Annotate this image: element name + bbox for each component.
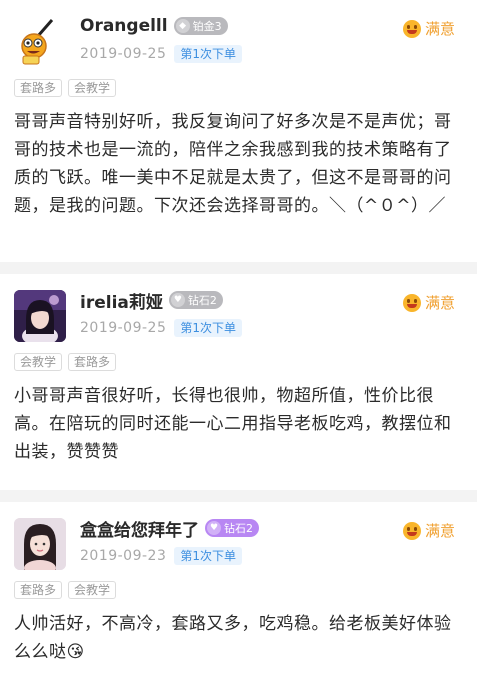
- order-count-tag: 第1次下单: [174, 45, 243, 63]
- review-card: Orangelll ◆ 铂金3 2019-09-25 第1次下单 满意 套路多 …: [0, 0, 477, 262]
- review-tag: 套路多: [68, 353, 117, 371]
- username[interactable]: Orangelll: [80, 16, 168, 36]
- review-date: 2019-09-23: [80, 548, 167, 564]
- review-card: 盒盒给您拜年了 ♥ 钻石2 2019-09-23 第1次下单 满意 套路多 会教…: [0, 502, 477, 673]
- rank-badge: ♥ 钻石2: [205, 519, 259, 537]
- photo-avatar-icon: [14, 518, 66, 570]
- satisfaction-label: 满意: [424, 522, 455, 540]
- satisfaction-indicator: 满意: [402, 292, 455, 313]
- review-tags: 会教学 套路多: [14, 353, 122, 371]
- diamond-icon: ◆: [175, 19, 190, 33]
- review-tag: 套路多: [14, 581, 63, 599]
- rank-badge: ◆ 铂金3: [173, 17, 228, 35]
- rank-badge: ♥ 钻石2: [168, 291, 223, 309]
- review-tags: 套路多 会教学: [14, 79, 122, 97]
- review-text: 小哥哥声音很好听，长得也很帅，物超所值，性价比很高。在陪玩的同时还能一心二用指导…: [14, 386, 452, 462]
- smiley-icon: [402, 293, 421, 312]
- review-card: irelia莉娅 ♥ 钻石2 2019-09-25 第1次下单 满意 会教学 套…: [0, 274, 477, 490]
- review-tag: 会教学: [14, 353, 63, 371]
- smiley-icon: [402, 521, 421, 540]
- divider: [0, 490, 477, 502]
- name-row: 盒盒给您拜年了 ♥ 钻石2: [80, 516, 259, 541]
- review-tags: 套路多 会教学: [14, 581, 122, 599]
- review-tag: 会教学: [68, 79, 117, 97]
- date-row: 2019-09-25 第1次下单: [80, 44, 243, 64]
- review-date: 2019-09-25: [80, 320, 167, 336]
- review-tag: 会教学: [68, 581, 117, 599]
- date-row: 2019-09-25 第1次下单: [80, 318, 243, 338]
- divider: [0, 262, 477, 274]
- satisfaction-indicator: 满意: [402, 18, 455, 39]
- avatar[interactable]: [14, 16, 66, 68]
- avatar[interactable]: [14, 518, 66, 570]
- review-date: 2019-09-25: [80, 46, 167, 62]
- diamond-icon: ♥: [170, 293, 185, 307]
- review-text: 哥哥声音特别好听，我反复询问了好多次是不是声优；哥哥的技术也是一流的，陪伴之余我…: [14, 112, 452, 216]
- date-row: 2019-09-23 第1次下单: [80, 546, 243, 566]
- review-text: 人帅活好，不高冷，套路又多，吃鸡稳。给老板美好体验么么哒😘: [14, 614, 452, 662]
- avatar[interactable]: [14, 290, 66, 342]
- photo-avatar-icon: [14, 290, 66, 342]
- username[interactable]: 盒盒给您拜年了: [80, 516, 199, 541]
- satisfaction-label: 满意: [424, 20, 455, 38]
- satisfaction-label: 满意: [424, 294, 455, 312]
- satisfaction-indicator: 满意: [402, 520, 455, 541]
- rank-label: 钻石2: [187, 294, 217, 307]
- rank-label: 铂金3: [192, 20, 222, 33]
- order-count-tag: 第1次下单: [174, 319, 243, 337]
- diamond-icon: ♥: [207, 521, 221, 535]
- smiley-icon: [402, 19, 421, 38]
- username[interactable]: irelia莉娅: [80, 288, 163, 313]
- name-row: irelia莉娅 ♥ 钻石2: [80, 288, 223, 313]
- rank-label: 钻石2: [224, 522, 253, 535]
- name-row: Orangelll ◆ 铂金3: [80, 14, 228, 38]
- review-tag: 套路多: [14, 79, 63, 97]
- cartoon-orange-avatar-icon: [21, 19, 54, 65]
- order-count-tag: 第1次下单: [174, 547, 243, 565]
